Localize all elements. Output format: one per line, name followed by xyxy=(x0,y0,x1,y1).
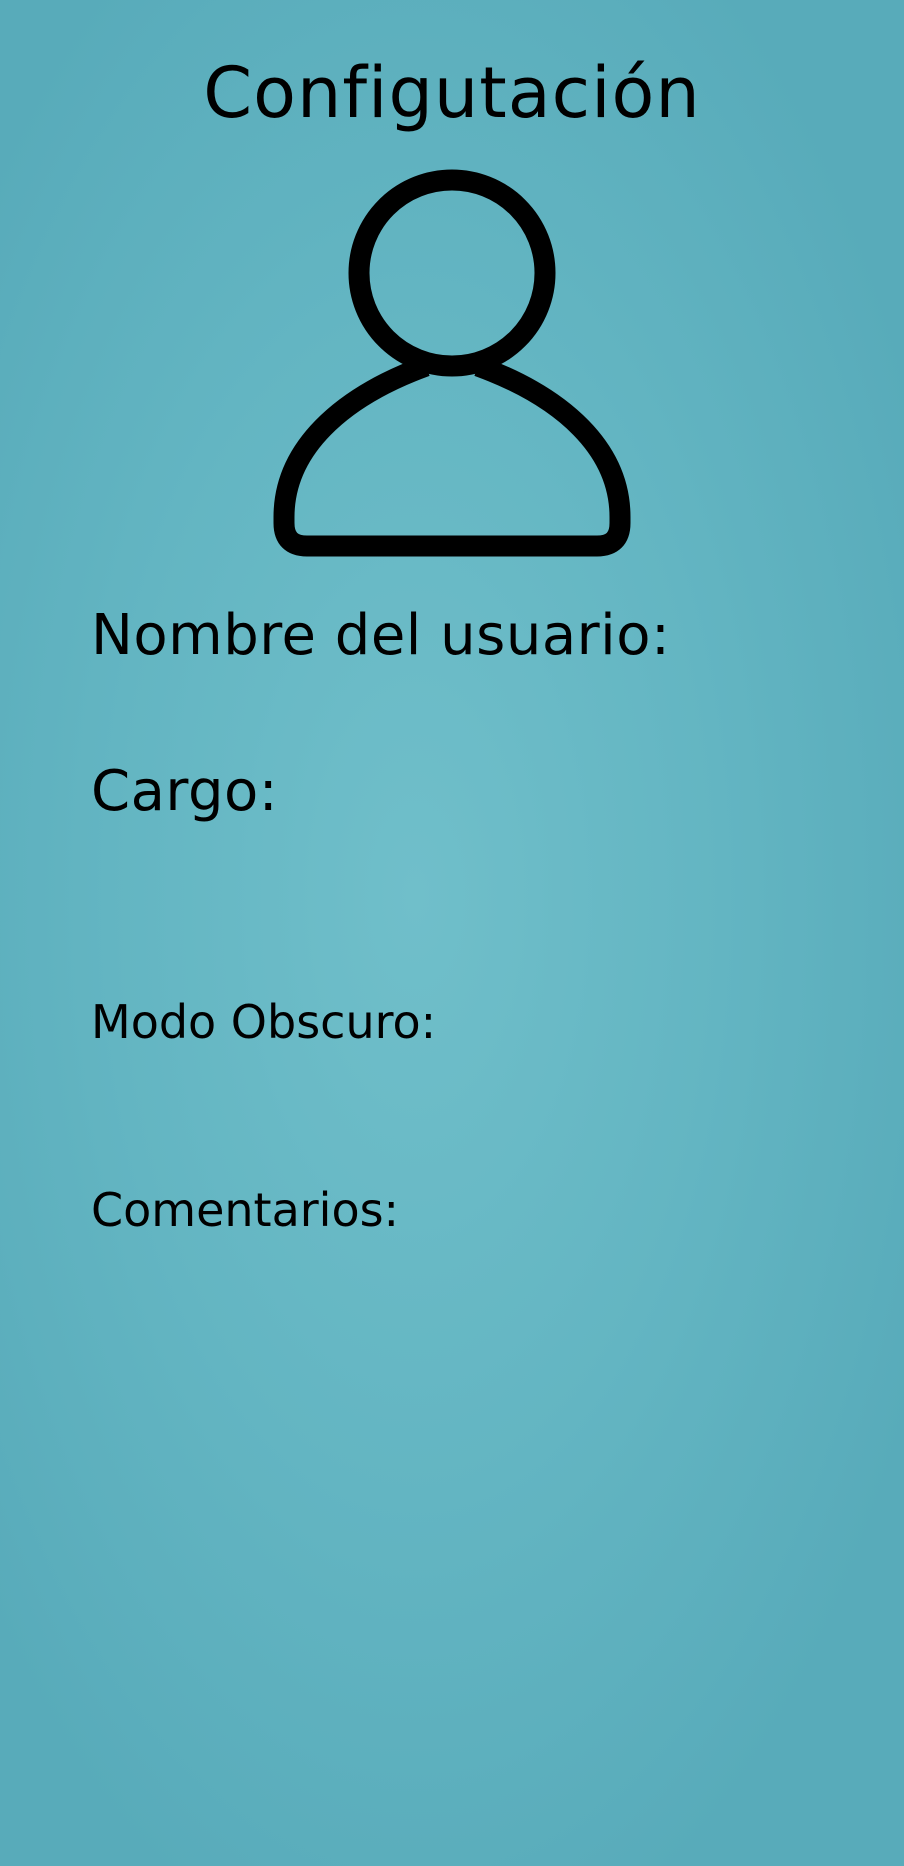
user-icon xyxy=(273,169,631,557)
user-name-label: Nombre del usuario: xyxy=(91,603,671,668)
role-label: Cargo: xyxy=(91,759,279,824)
comments-label: Comentarios: xyxy=(91,1183,400,1237)
user-avatar xyxy=(271,167,633,559)
dark-mode-label: Modo Obscuro: xyxy=(91,995,437,1049)
page-title: Configutación xyxy=(203,52,701,134)
